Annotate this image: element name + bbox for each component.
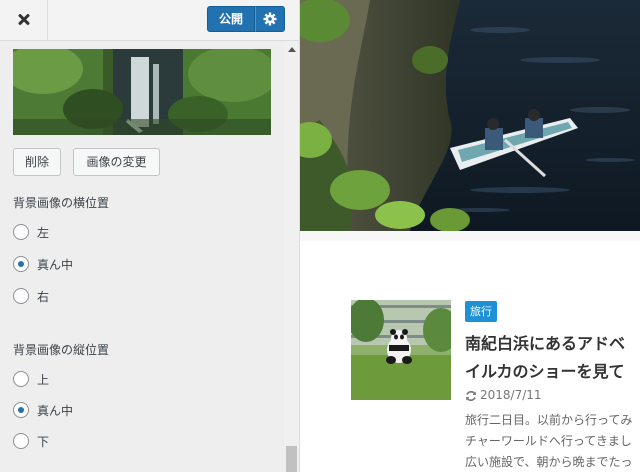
excerpt-line: 広い施設で、朝から晩までたっ <box>465 455 633 469</box>
radio-label: 真ん中 <box>37 258 74 272</box>
radio-button[interactable] <box>13 433 29 449</box>
post-date-text: 2018/7/11 <box>480 388 542 402</box>
close-icon[interactable] <box>0 0 48 40</box>
excerpt-line: 旅行二日目。以前から行ってみ <box>465 413 633 427</box>
sidebar-scrollbar[interactable] <box>284 41 299 472</box>
horizontal-position-label: 背景画像の横位置 <box>13 196 110 210</box>
settings-button[interactable] <box>255 6 285 32</box>
header-background-image <box>300 0 640 231</box>
site-preview: 旅行 南紀白浜にあるアドベ イルカのショーを見て 2018/7/11 旅行二日目… <box>300 0 640 472</box>
radio-button[interactable] <box>13 256 29 272</box>
radio-button[interactable] <box>13 402 29 418</box>
vertical-position-label: 背景画像の縦位置 <box>13 343 110 357</box>
excerpt-line: チャーワールドへ行ってきまし <box>465 434 632 448</box>
customizer-controls: 削除 画像の変更 背景画像の横位置 左 真ん中 右 背景画像の縦位置 上 真ん中… <box>0 41 284 472</box>
publish-button[interactable]: 公開 <box>207 6 255 32</box>
customizer-sidebar: 公開 削除 画像の変更 背景画像の横位置 左 真ん中 右 背景画像の縦位置 上 … <box>0 0 300 472</box>
customizer-header: 公開 <box>0 0 299 41</box>
radio-label: 右 <box>37 290 50 304</box>
radio-label: 真ん中 <box>37 404 74 418</box>
post-thumbnail[interactable] <box>351 300 451 400</box>
post-excerpt: 旅行二日目。以前から行ってみ チャーワールドへ行ってきまし 広い施設で、朝から晩… <box>465 410 640 472</box>
change-image-button[interactable]: 画像の変更 <box>73 148 160 176</box>
scroll-up-icon[interactable] <box>288 47 296 52</box>
radio-label: 下 <box>37 435 50 449</box>
remove-image-button[interactable]: 削除 <box>13 148 61 176</box>
gear-icon <box>263 12 277 26</box>
radio-label: 左 <box>37 226 50 240</box>
post-title-line[interactable]: 南紀白浜にあるアドベ <box>465 330 640 358</box>
radio-label: 上 <box>37 373 50 387</box>
background-image-thumbnail <box>13 49 271 135</box>
radio-button[interactable] <box>13 371 29 387</box>
refresh-icon <box>466 391 476 401</box>
radio-button[interactable] <box>13 224 29 240</box>
post-title[interactable]: 南紀白浜にあるアドベ イルカのショーを見て <box>465 330 640 386</box>
scrollbar-thumb[interactable] <box>286 446 297 472</box>
category-badge[interactable]: 旅行 <box>465 301 497 322</box>
post-title-line[interactable]: イルカのショーを見て <box>465 358 640 386</box>
content-divider <box>300 231 640 241</box>
radio-button[interactable] <box>13 288 29 304</box>
